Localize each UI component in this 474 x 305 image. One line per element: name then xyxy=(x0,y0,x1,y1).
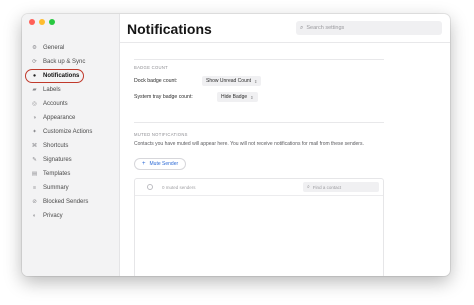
sidebar-item-labels[interactable]: ▰ Labels xyxy=(22,83,120,97)
sidebar-item-customize-actions[interactable]: ✦ Customize Actions xyxy=(22,125,120,139)
sidebar-item-label: Signatures xyxy=(43,157,72,163)
badge-count-heading: BADGE COUNT xyxy=(134,65,169,70)
find-contact-placeholder: Find a contact xyxy=(312,184,342,190)
close-window-button[interactable] xyxy=(29,19,35,25)
gear-icon: ⚙ xyxy=(32,45,37,51)
muted-notifications-heading: MUTED NOTIFICATIONS xyxy=(134,132,188,137)
main-panel: Notifications ⌕ Search settings BADGE CO… xyxy=(120,14,450,276)
sidebar-item-appearance[interactable]: ◑ Appearance xyxy=(22,111,120,125)
sidebar-item-label: General xyxy=(43,45,65,51)
tray-badge-value: Hide Badge xyxy=(221,94,248,100)
search-icon: ⌕ xyxy=(307,184,310,190)
tray-badge-label: System tray badge count: xyxy=(134,94,193,100)
header-divider xyxy=(120,42,450,43)
sidebar-item-label: Customize Actions xyxy=(43,129,93,135)
muted-senders-table: 0 muted senders ⌕ Find a contact xyxy=(134,178,384,276)
sidebar-item-privacy[interactable]: ◐ Privacy xyxy=(22,209,120,223)
sidebar-item-label: Privacy xyxy=(43,213,63,219)
templates-icon: ▤ xyxy=(31,171,38,177)
find-contact-input[interactable]: ⌕ Find a contact xyxy=(303,182,379,192)
muted-senders-header: 0 muted senders ⌕ Find a contact xyxy=(135,179,383,196)
sidebar-item-label: Blocked Senders xyxy=(43,199,89,205)
signature-icon: ✎ xyxy=(32,157,37,163)
summary-icon: ≡ xyxy=(32,185,37,191)
label-icon: ▰ xyxy=(32,87,37,93)
sidebar-item-signatures[interactable]: ✎ Signatures xyxy=(22,153,120,167)
sidebar-item-summary[interactable]: ≡ Summary xyxy=(22,181,120,195)
muted-count: 0 muted senders xyxy=(162,184,196,190)
sidebar-item-backup-sync[interactable]: ⟳ Back up & Sync xyxy=(22,55,120,69)
highlight-ring xyxy=(25,69,84,83)
sidebar-item-accounts[interactable]: ◎ Accounts xyxy=(22,97,120,111)
select-all-checkbox[interactable] xyxy=(147,184,153,190)
privacy-icon: ◐ xyxy=(32,213,37,219)
sidebar: ⚙ General ⟳ Back up & Sync ● Notificatio… xyxy=(22,14,120,276)
chevron-updown-icon: ⇕ xyxy=(254,78,258,84)
accounts-icon: ◎ xyxy=(32,101,37,107)
mute-sender-label: Mute Sender xyxy=(149,161,179,167)
page-title: Notifications xyxy=(127,21,212,37)
sidebar-item-notifications[interactable]: ● Notifications xyxy=(22,69,120,83)
section-divider xyxy=(134,59,384,60)
blocked-icon: ⊘ xyxy=(32,199,37,205)
tray-badge-select[interactable]: Hide Badge ⇕ xyxy=(217,92,258,102)
sidebar-item-label: Labels xyxy=(43,87,61,93)
appearance-icon: ◑ xyxy=(32,115,37,121)
sidebar-item-shortcuts[interactable]: ⌘ Shortcuts xyxy=(22,139,120,153)
sidebar-item-label: Templates xyxy=(43,171,71,177)
muted-description: Contacts you have muted will appear here… xyxy=(134,141,364,147)
sync-icon: ⟳ xyxy=(32,59,37,65)
traffic-lights xyxy=(29,19,55,25)
chevron-updown-icon: ⇕ xyxy=(250,94,254,100)
zoom-window-button[interactable] xyxy=(49,19,55,25)
sidebar-item-templates[interactable]: ▤ Templates xyxy=(22,167,120,181)
search-input[interactable]: ⌕ Search settings xyxy=(296,21,442,35)
search-placeholder: Search settings xyxy=(306,25,345,31)
plus-icon: + xyxy=(142,161,146,167)
sidebar-item-label: Accounts xyxy=(43,101,68,107)
sidebar-item-general[interactable]: ⚙ General xyxy=(22,41,120,55)
search-icon: ⌕ xyxy=(300,24,304,31)
sidebar-nav: ⚙ General ⟳ Back up & Sync ● Notificatio… xyxy=(22,41,120,223)
dock-badge-select[interactable]: Show Unread Count ⇕ xyxy=(202,76,262,86)
settings-window: ⚙ General ⟳ Back up & Sync ● Notificatio… xyxy=(22,14,450,276)
sidebar-item-label: Appearance xyxy=(43,115,76,121)
sidebar-item-label: Summary xyxy=(43,185,69,191)
sidebar-item-label: Shortcuts xyxy=(43,143,69,149)
shortcuts-icon: ⌘ xyxy=(31,143,38,149)
minimize-window-button[interactable] xyxy=(39,19,45,25)
section-divider xyxy=(134,122,384,123)
sidebar-item-label: Back up & Sync xyxy=(43,59,86,65)
dock-badge-label: Dock badge count: xyxy=(134,78,178,84)
dock-badge-value: Show Unread Count xyxy=(206,78,252,84)
sidebar-item-blocked-senders[interactable]: ⊘ Blocked Senders xyxy=(22,195,120,209)
mute-sender-button[interactable]: + Mute Sender xyxy=(134,158,187,170)
customize-icon: ✦ xyxy=(32,129,37,135)
